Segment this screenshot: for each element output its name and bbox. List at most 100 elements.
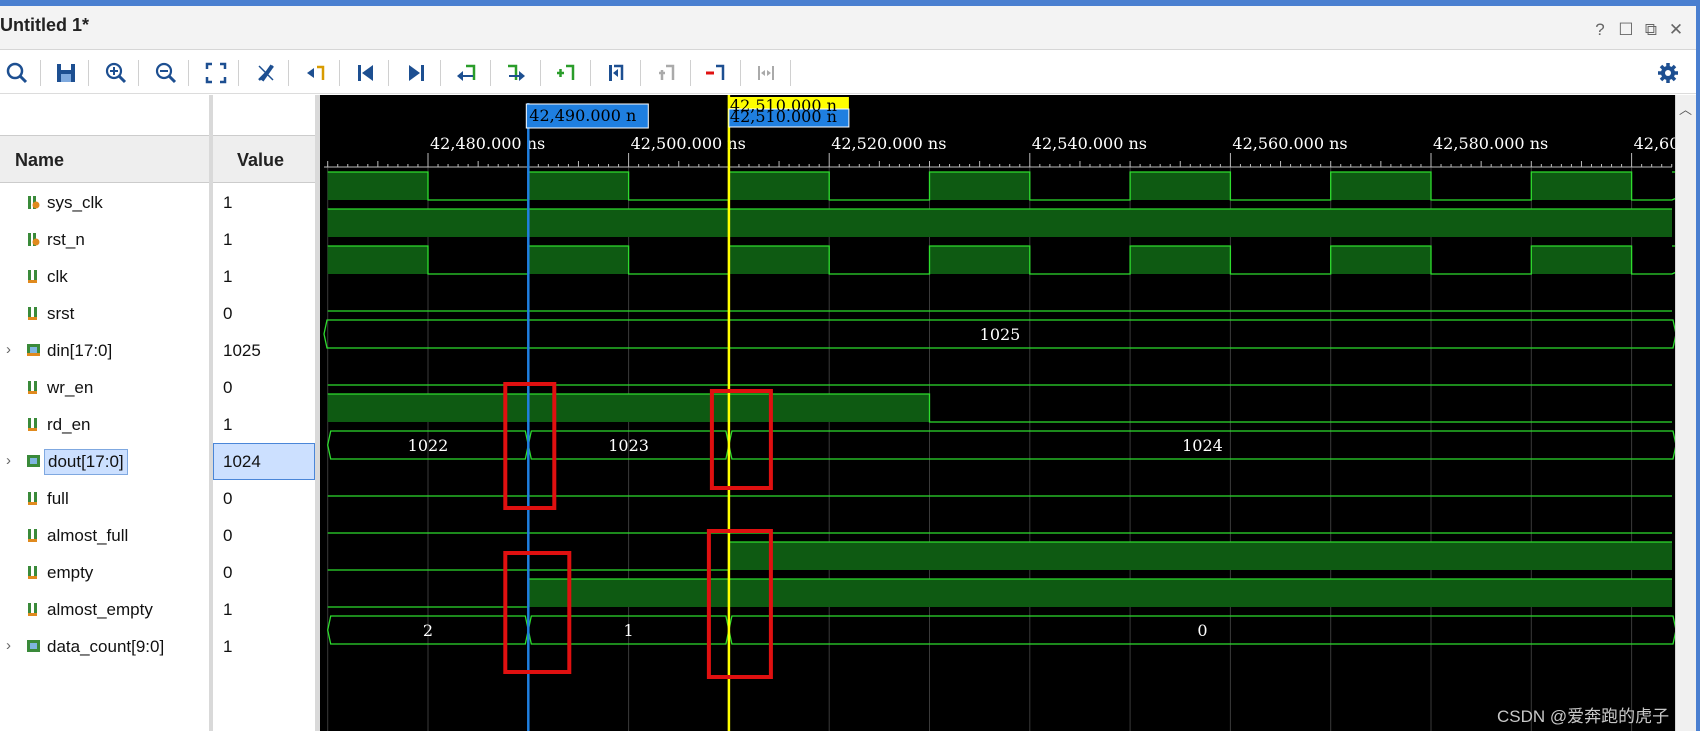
remove-marker-icon[interactable] bbox=[701, 58, 731, 88]
name-column-header[interactable]: Name bbox=[0, 135, 209, 183]
signal-value-cell[interactable]: 1 bbox=[213, 258, 315, 295]
toolbar-separator bbox=[740, 60, 741, 86]
data-count-wave-value: 2 bbox=[423, 621, 433, 640]
close-icon[interactable]: ✕ bbox=[1665, 19, 1687, 41]
maximize-icon[interactable]: ☐ bbox=[1615, 19, 1637, 41]
signal-row[interactable]: sys_clk bbox=[0, 184, 209, 221]
almost-empty-wave-high-fill bbox=[528, 579, 1672, 607]
sys-clk-wave-high-fill bbox=[327, 172, 428, 200]
signal-icon bbox=[27, 268, 40, 284]
zoom-out-icon[interactable] bbox=[151, 58, 181, 88]
signal-value-cell[interactable]: 0 bbox=[213, 554, 315, 591]
signal-value-cell[interactable]: 1024 bbox=[213, 443, 315, 480]
waveform-vertical-scrollbar[interactable]: ︿ bbox=[1675, 95, 1696, 731]
signal-row[interactable]: rd_en bbox=[0, 406, 209, 443]
signal-value-cell[interactable]: 1 bbox=[213, 406, 315, 443]
signal-row[interactable]: › dout[17:0] bbox=[0, 443, 209, 480]
dout-wave-value: 1022 bbox=[408, 436, 449, 455]
window-border-right bbox=[1696, 0, 1700, 731]
previous-transition-icon[interactable] bbox=[301, 58, 331, 88]
float-icon[interactable]: ⧉ bbox=[1640, 19, 1662, 41]
output-bus-icon bbox=[27, 453, 40, 469]
input-signal-icon bbox=[27, 231, 40, 247]
din-wave-value: 1025 bbox=[980, 325, 1021, 344]
signal-name: almost_full bbox=[47, 526, 129, 545]
watermark: CSDN @爱奔跑的虎子 bbox=[1497, 707, 1670, 726]
go-to-time-zero-icon[interactable] bbox=[351, 58, 381, 88]
expand-chevron-icon[interactable]: › bbox=[6, 637, 11, 654]
name-pane-header-space bbox=[0, 95, 209, 135]
sys-clk-wave-high-fill bbox=[528, 172, 629, 200]
toolbar-separator bbox=[490, 60, 491, 86]
signal-icon bbox=[27, 379, 40, 395]
scroll-up-icon[interactable]: ︿ bbox=[1679, 99, 1692, 118]
toolbar-separator bbox=[238, 60, 239, 86]
signal-icon bbox=[27, 416, 40, 432]
signal-value: 1 bbox=[223, 193, 233, 212]
signal-value-cell[interactable]: 1 bbox=[213, 628, 315, 665]
clk-wave-high-fill bbox=[1130, 246, 1231, 274]
signal-row[interactable]: full bbox=[0, 480, 209, 517]
signal-row[interactable]: wr_en bbox=[0, 369, 209, 406]
signal-icon bbox=[27, 564, 40, 580]
signal-row[interactable]: clk bbox=[0, 258, 209, 295]
ruler-tick-label: 42,520.000 ns bbox=[831, 134, 946, 153]
value-column-header[interactable]: Value bbox=[213, 135, 315, 183]
expand-chevron-icon[interactable]: › bbox=[6, 452, 11, 469]
snap-to-transition-icon[interactable] bbox=[651, 58, 681, 88]
ruler-tick-label: 42,580.000 ns bbox=[1433, 134, 1548, 153]
signal-value-cell[interactable]: 0 bbox=[213, 295, 315, 332]
signal-value-cell[interactable]: 0 bbox=[213, 369, 315, 406]
search-icon[interactable] bbox=[2, 58, 32, 88]
signal-row[interactable]: empty bbox=[0, 554, 209, 591]
signal-value: 1024 bbox=[223, 452, 261, 471]
ruler-tick-label: 42,60 bbox=[1634, 134, 1675, 153]
toolbar-separator bbox=[790, 60, 791, 86]
signal-row[interactable]: srst bbox=[0, 295, 209, 332]
toolbar-separator bbox=[339, 60, 340, 86]
signal-value-cell[interactable]: 1025 bbox=[213, 332, 315, 369]
signal-name: almost_empty bbox=[47, 600, 153, 619]
signal-row[interactable]: › data_count[9:0] bbox=[0, 628, 209, 665]
name-value-splitter[interactable] bbox=[209, 95, 213, 731]
sys-clk-wave-high-fill bbox=[728, 172, 830, 200]
settings-gear-icon[interactable] bbox=[1653, 58, 1683, 88]
toolbar-separator bbox=[640, 60, 641, 86]
signal-value: 0 bbox=[223, 489, 233, 508]
zoom-fit-icon[interactable] bbox=[201, 58, 231, 88]
next-marker-icon[interactable] bbox=[501, 58, 531, 88]
value-column-label: Value bbox=[237, 150, 285, 170]
waveform-canvas[interactable]: 42,480.000 ns 42,500.000 ns 42,520.000 ns 4… bbox=[320, 95, 1675, 731]
signal-row[interactable]: almost_empty bbox=[0, 591, 209, 628]
previous-marker-icon[interactable] bbox=[451, 58, 481, 88]
signal-value: 1 bbox=[223, 267, 233, 286]
go-to-cursor-icon[interactable] bbox=[251, 58, 281, 88]
dout-wave-value: 1024 bbox=[1182, 436, 1223, 455]
ruler-tick-label: 42,560.000 ns bbox=[1232, 134, 1347, 153]
signal-value-cell[interactable]: 0 bbox=[213, 517, 315, 554]
go-to-last-time-icon[interactable] bbox=[401, 58, 431, 88]
sys-clk-wave-high-fill bbox=[1130, 172, 1231, 200]
signal-value-cell[interactable]: 0 bbox=[213, 480, 315, 517]
data-count-wave-value: 0 bbox=[1197, 621, 1207, 640]
signal-row[interactable]: › din[17:0] bbox=[0, 332, 209, 369]
swap-cursors-icon[interactable] bbox=[601, 58, 631, 88]
signal-value: 1 bbox=[223, 415, 233, 434]
signal-value: 1 bbox=[223, 600, 233, 619]
signal-name: dout[17:0] bbox=[44, 449, 128, 475]
add-marker-icon[interactable] bbox=[551, 58, 581, 88]
signal-value-cell[interactable]: 1 bbox=[213, 184, 315, 221]
cursor-label-overlap: 42,510.000 n bbox=[730, 107, 837, 126]
clk-wave-high-fill bbox=[1531, 246, 1632, 274]
signal-value: 0 bbox=[223, 378, 233, 397]
expand-icon[interactable] bbox=[751, 58, 781, 88]
signal-value-cell[interactable]: 1 bbox=[213, 221, 315, 258]
save-icon[interactable] bbox=[51, 58, 81, 88]
signal-value-cell[interactable]: 1 bbox=[213, 591, 315, 628]
help-icon[interactable]: ? bbox=[1589, 19, 1611, 41]
zoom-in-icon[interactable] bbox=[101, 58, 131, 88]
expand-chevron-icon[interactable]: › bbox=[6, 341, 11, 358]
signal-row[interactable]: rst_n bbox=[0, 221, 209, 258]
signal-icon bbox=[27, 490, 40, 506]
signal-row[interactable]: almost_full bbox=[0, 517, 209, 554]
